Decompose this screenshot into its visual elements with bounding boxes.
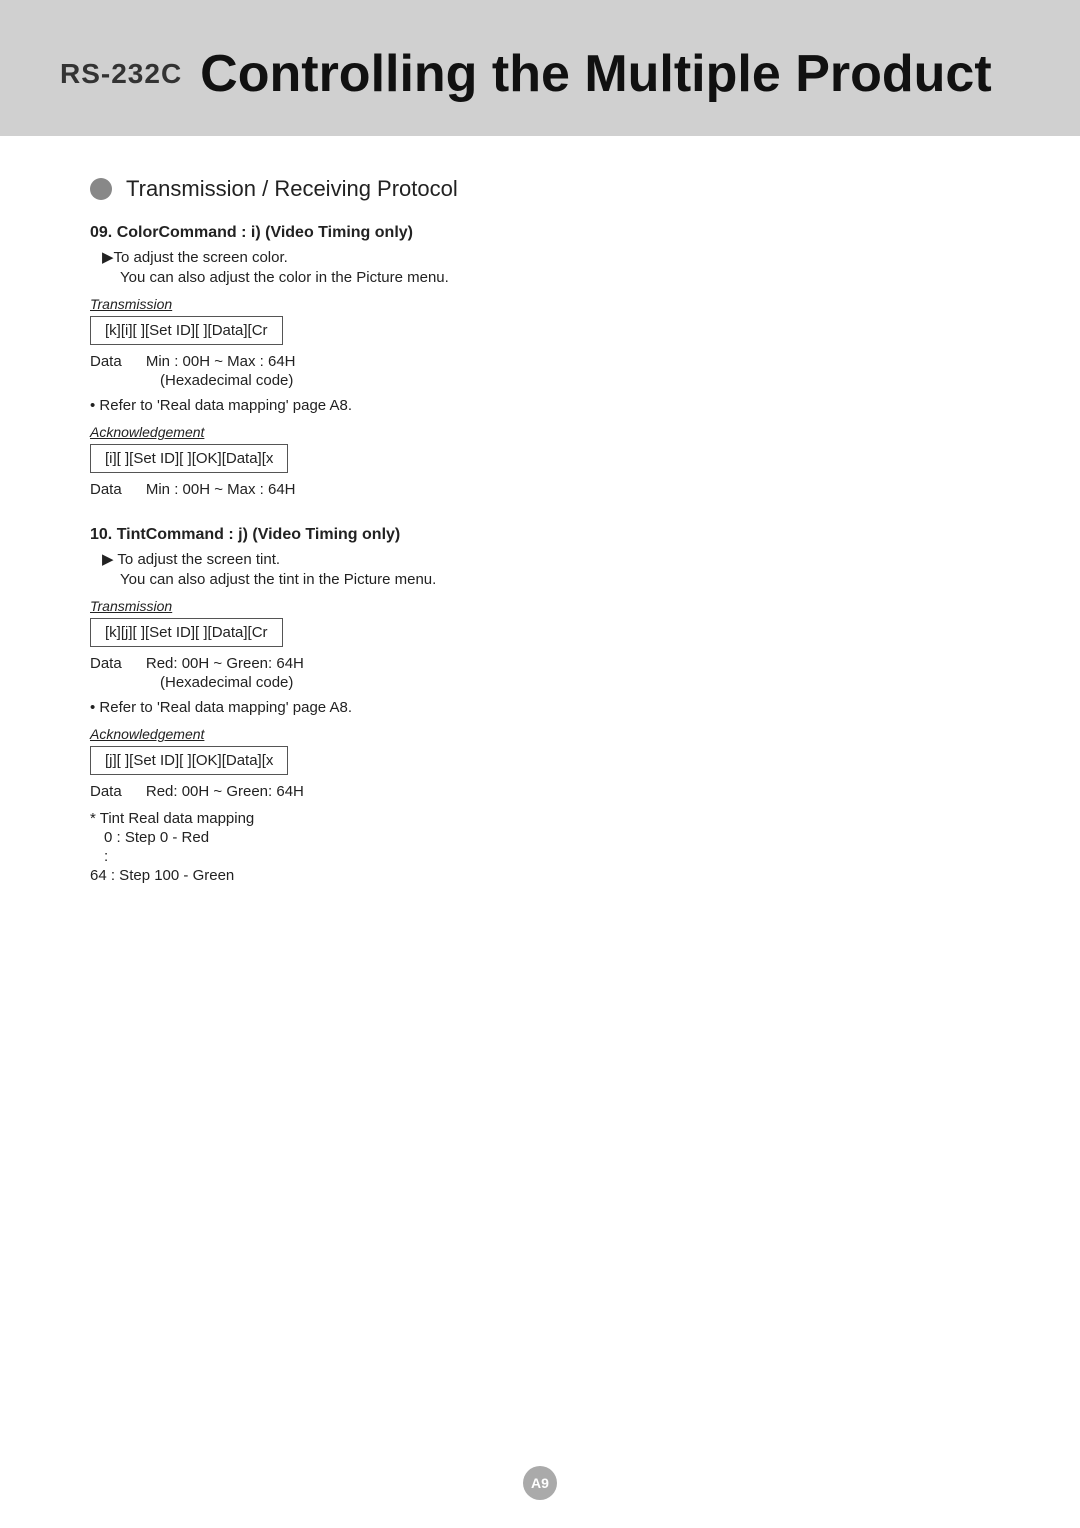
- ack-data-10: Data Red: 00H ~ Green: 64H: [90, 783, 990, 800]
- page-title: Controlling the Multiple Product: [200, 48, 991, 100]
- transmission-label-10: Transmission: [90, 598, 990, 614]
- main-content: Transmission / Receiving Protocol 09. Co…: [0, 136, 1080, 1528]
- ack-label-9: Acknowledgement: [90, 424, 990, 440]
- tint-mapping-line2: 64 : Step 100 - Green: [90, 867, 990, 884]
- data-note-9: (Hexadecimal code): [160, 372, 990, 389]
- ack-data-9: Data Min : 00H ~ Max : 64H: [90, 481, 990, 498]
- section-title: Transmission / Receiving Protocol: [126, 176, 458, 202]
- transmission-code-9: [k][i][ ][Set ID][ ][Data][Cr: [90, 316, 283, 345]
- tint-mapping-colon: :: [104, 848, 990, 865]
- ack-code-9: [i][ ][Set ID][ ][OK][Data][x: [90, 444, 288, 473]
- page: RS-232C Controlling the Multiple Product…: [0, 0, 1080, 1528]
- command-10-desc2: You can also adjust the tint in the Pict…: [120, 571, 990, 588]
- data-line-9: Data Min : 00H ~ Max : 64H: [90, 353, 990, 370]
- command-9-desc2: You can also adjust the color in the Pic…: [120, 269, 990, 286]
- ack-label-10: Acknowledgement: [90, 726, 990, 742]
- page-number: A9: [523, 1466, 557, 1500]
- command-9-desc1: ▶To adjust the screen color.: [102, 248, 990, 266]
- ack-code-10: [j][ ][Set ID][ ][OK][Data][x: [90, 746, 288, 775]
- data-note-10: (Hexadecimal code): [160, 674, 990, 691]
- data-line-10: Data Red: 00H ~ Green: 64H: [90, 655, 990, 672]
- command-9-block: 09. ColorCommand : i) (Video Timing only…: [90, 224, 990, 498]
- tint-mapping: * Tint Real data mapping 0 : Step 0 - Re…: [90, 810, 990, 884]
- tint-mapping-line1: 0 : Step 0 - Red: [104, 829, 990, 846]
- command-10-block: 10. TintCommand : j) (Video Timing only)…: [90, 526, 990, 884]
- command-9-heading: 09. ColorCommand : i) (Video Timing only…: [90, 224, 990, 242]
- section-heading: Transmission / Receiving Protocol: [90, 176, 990, 202]
- transmission-label-9: Transmission: [90, 296, 990, 312]
- header-band: RS-232C Controlling the Multiple Product: [0, 0, 1080, 136]
- section-circle-icon: [90, 178, 112, 200]
- transmission-code-10: [k][j][ ][Set ID][ ][Data][Cr: [90, 618, 283, 647]
- refer-line-10: • Refer to 'Real data mapping' page A8.: [90, 699, 990, 716]
- refer-line-9: • Refer to 'Real data mapping' page A8.: [90, 397, 990, 414]
- rs-label: RS-232C: [60, 60, 182, 88]
- command-10-heading: 10. TintCommand : j) (Video Timing only): [90, 526, 990, 544]
- command-10-desc1: ▶ To adjust the screen tint.: [102, 550, 990, 568]
- tint-mapping-title: * Tint Real data mapping: [90, 810, 990, 827]
